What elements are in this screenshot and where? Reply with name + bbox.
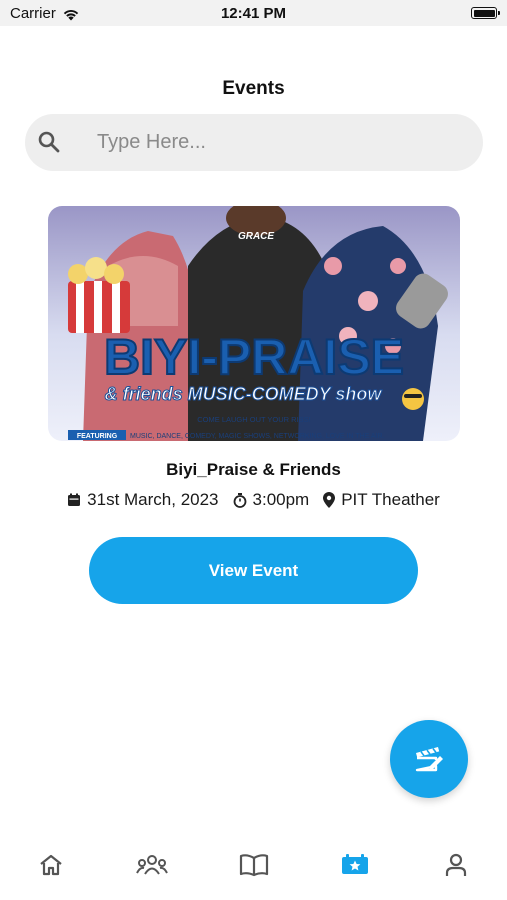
event-venue: PIT Theather <box>341 490 440 509</box>
page-title: Events <box>222 78 285 99</box>
event-poster-image: BIYI-PRAISE & friends MUSIC-COMEDY show … <box>48 206 460 441</box>
event-meta: 31st March, 2023 3:00pm PIT Theather <box>0 490 507 510</box>
event-venue-group: PIT Theather <box>323 490 440 510</box>
search-input[interactable] <box>97 114 467 171</box>
event-date-group: 31st March, 2023 <box>67 490 219 510</box>
location-pin-icon <box>323 492 336 508</box>
view-event-button[interactable]: View Event <box>89 537 418 604</box>
create-event-fab[interactable] <box>390 720 468 798</box>
battery-icon <box>471 7 500 19</box>
tab-home[interactable] <box>31 850 71 880</box>
poster-subline: & friends MUSIC-COMEDY show <box>105 384 383 404</box>
tab-community[interactable] <box>132 850 172 880</box>
poster-headline: BIYI-PRAISE <box>104 329 404 385</box>
book-icon <box>239 854 269 877</box>
poster-featuring-label: FEATURING <box>77 433 118 440</box>
tab-bar <box>0 830 507 900</box>
clapperboard-edit-icon <box>415 747 443 772</box>
event-poster[interactable]: BIYI-PRAISE & friends MUSIC-COMEDY show … <box>48 206 460 441</box>
status-bar: Carrier 12:41 PM <box>0 0 507 26</box>
community-icon <box>136 855 168 875</box>
profile-icon <box>445 853 467 876</box>
tab-events[interactable] <box>335 850 375 880</box>
event-time: 3:00pm <box>252 490 310 509</box>
tab-library[interactable] <box>234 850 274 880</box>
poster-featuring-text: MUSIC, DANCE, COMEDY, MAGIC SHOWS, NETWO… <box>130 433 385 440</box>
search-icon <box>38 131 60 153</box>
calendar-icon <box>68 493 81 506</box>
event-time-group: 3:00pm <box>233 490 310 510</box>
status-time: 12:41 PM <box>220 5 287 22</box>
poster-shirt-text: GRACE <box>238 231 274 242</box>
poster-tagline: COME LAUGH OUT YOUR RIBS! <box>197 415 311 424</box>
event-ticket-icon <box>342 854 368 874</box>
timer-icon <box>233 492 246 508</box>
home-icon <box>40 854 62 876</box>
event-date: 31st March, 2023 <box>87 490 219 509</box>
event-name: Biyi_Praise & Friends <box>166 460 341 479</box>
tab-profile[interactable] <box>436 850 476 880</box>
